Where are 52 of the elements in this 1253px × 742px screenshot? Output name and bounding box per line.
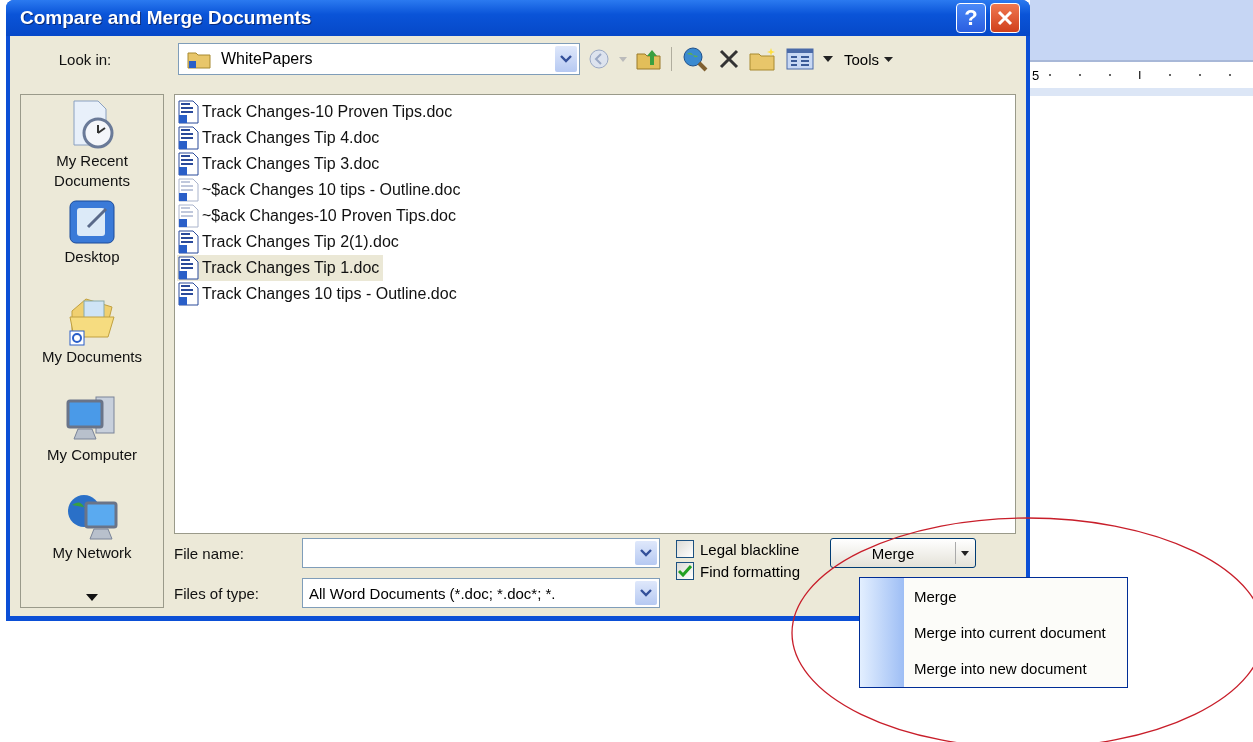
file-item[interactable]: ~$ack Changes-10 Proven Tips.doc	[177, 203, 460, 229]
folder-icon	[187, 49, 211, 69]
caret-icon	[961, 550, 970, 556]
delete-icon[interactable]	[718, 48, 740, 70]
word-document-icon	[177, 152, 199, 176]
menu-item[interactable]: Merge	[914, 587, 1127, 605]
faded-document-icon	[177, 204, 199, 228]
word-document-icon	[177, 230, 199, 254]
places-item[interactable]: My Network	[37, 491, 147, 585]
menu-item[interactable]: Merge into new document	[914, 660, 1127, 678]
caret-icon	[619, 56, 627, 62]
checkbox-label: Find formatting	[700, 562, 801, 580]
file-item[interactable]: ~$ack Changes 10 tips - Outline.doc	[177, 177, 465, 203]
file-item[interactable]: Track Changes Tip 1.doc	[177, 255, 384, 281]
places-item[interactable]: My Computer	[37, 393, 147, 487]
file-item[interactable]: Track Changes Tip 3.doc	[177, 151, 384, 177]
word-document-icon	[177, 256, 199, 280]
checkbox[interactable]	[676, 562, 694, 580]
file-type-label: Files of type:	[174, 584, 261, 602]
places-item[interactable]: Desktop	[37, 197, 147, 291]
look-in-dropdown[interactable]: WhitePapers	[178, 43, 580, 75]
places-item[interactable]: My Documents	[37, 295, 147, 389]
word-document-icon	[177, 126, 199, 150]
menu-item[interactable]: Merge into current document	[914, 624, 1127, 641]
look-in-label: Look in:	[57, 50, 113, 68]
help-button[interactable]: ?	[956, 3, 986, 33]
caret-icon[interactable]	[823, 56, 833, 62]
file-name-label: File name:	[174, 544, 246, 562]
ruler-number: 5	[1032, 67, 1040, 83]
web-search-icon[interactable]	[681, 45, 709, 73]
merge-split-button[interactable]: Merge	[830, 538, 977, 568]
views-icon[interactable]	[786, 48, 814, 70]
file-item[interactable]: Track Changes Tip 2(1).doc	[177, 229, 403, 255]
up-folder-icon[interactable]	[636, 48, 662, 70]
close-icon	[996, 9, 1014, 27]
word-document-icon	[177, 100, 199, 124]
file-name-field[interactable]	[302, 538, 660, 568]
file-type-dropdown[interactable]: All Word Documents (*.doc; *.doc*; *.	[302, 578, 660, 608]
close-button[interactable]	[990, 3, 1020, 33]
faded-document-icon	[177, 178, 199, 202]
desktop-icon	[66, 197, 118, 247]
file-item[interactable]: Track Changes 10 tips - Outline.doc	[177, 281, 461, 307]
checkbox-label: Legal blackline	[700, 540, 800, 558]
scroll-down-arrow-icon[interactable]	[86, 594, 98, 601]
places-item[interactable]: My Recent Documents	[37, 99, 147, 193]
checkbox[interactable]	[676, 540, 694, 558]
file-item[interactable]: Track Changes Tip 4.doc	[177, 125, 384, 151]
window-title: Compare and Merge Documents	[20, 7, 312, 29]
tools-menu-button[interactable]: Tools	[842, 50, 896, 68]
caret-icon	[884, 56, 894, 62]
word-document-icon	[177, 282, 199, 306]
file-item[interactable]: Track Changes-10 Proven Tips.doc	[177, 99, 457, 125]
